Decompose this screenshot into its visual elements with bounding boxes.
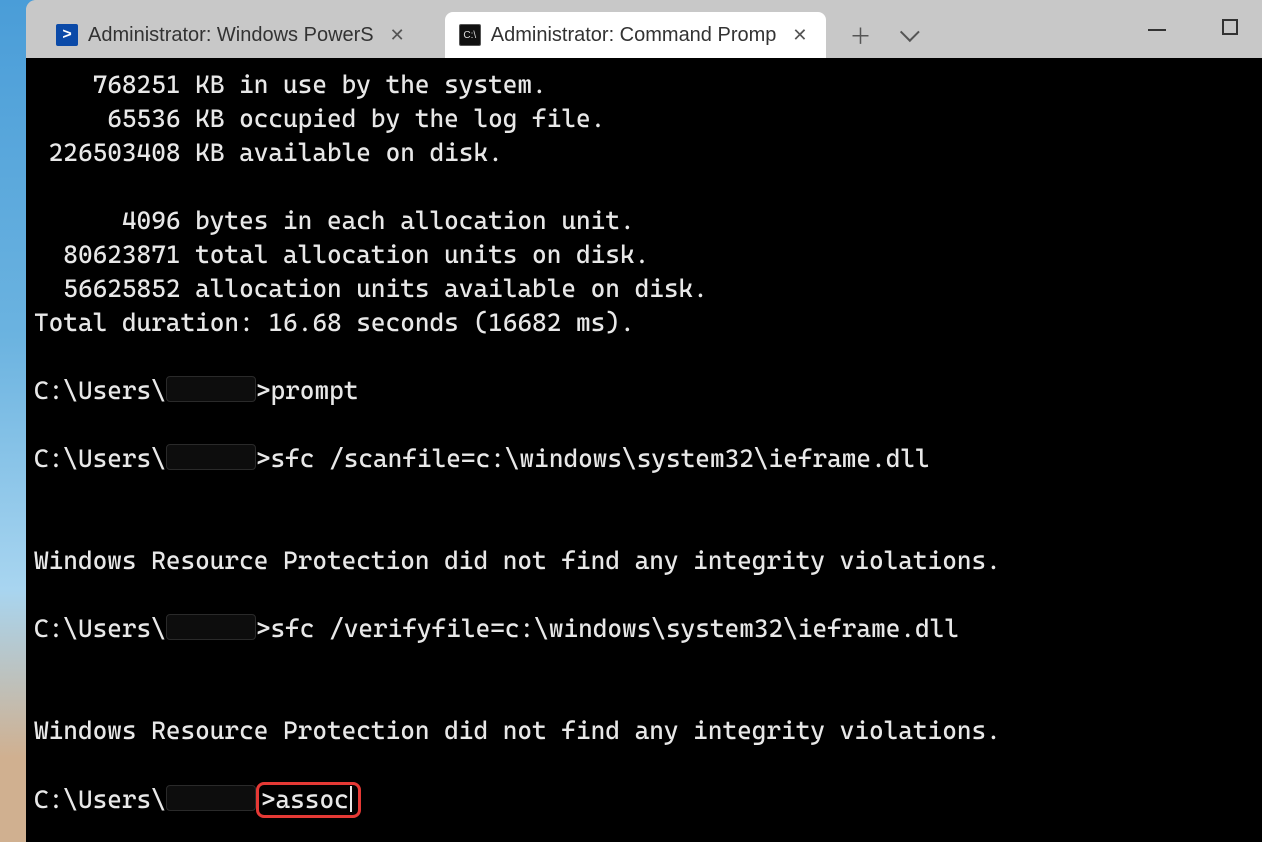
output-line: 768251 KB in use by the system. [34,70,547,99]
output-line: 4096 bytes in each allocation unit. [34,206,635,235]
command-text: >sfc /verifyfile=c:\windows\system32\ief… [256,614,959,643]
chevron-down-icon [899,22,919,42]
output-line: 226503408 KB available on disk. [34,138,503,167]
output-line: Windows Resource Protection did not find… [34,546,1001,575]
command-text: >prompt [256,376,359,405]
output-line: Windows Resource Protection did not find… [34,716,1001,745]
prompt-path: C:\Users\ [34,614,166,643]
tab-cmd[interactable]: C:\ Administrator: Command Promp ✕ [445,12,826,58]
tab-title: Administrator: Command Promp [491,24,777,47]
powershell-icon: > [56,24,78,46]
prompt-path: C:\Users\ [34,376,166,405]
cmd-icon: C:\ [459,24,481,46]
tab-dropdown-button[interactable] [900,22,914,48]
close-tab-icon[interactable]: ✕ [384,25,411,46]
prompt-path: C:\Users\ [34,785,166,814]
redacted-username [166,376,256,402]
output-line: 56625852 allocation units available on d… [34,274,708,303]
tab-powershell[interactable]: > Administrator: Windows PowerS ✕ [42,12,423,58]
output-line: 65536 KB occupied by the log file. [34,104,605,133]
terminal-output[interactable]: 768251 KB in use by the system. 65536 KB… [26,58,1262,842]
maximize-button[interactable] [1222,19,1238,40]
redacted-username [166,444,256,470]
output-line: Total duration: 16.68 seconds (16682 ms)… [34,308,635,337]
tab-title: Administrator: Windows PowerS [88,24,374,47]
window-controls [1148,0,1262,58]
close-tab-icon[interactable]: ✕ [786,25,813,46]
command-text: assoc [276,785,349,814]
command-text: >sfc /scanfile=c:\windows\system32\iefra… [256,444,930,473]
highlighted-command: >assoc [256,782,361,818]
redacted-username [166,785,256,811]
tab-strip: > Administrator: Windows PowerS ✕ C:\ Ad… [42,12,826,58]
new-tab-button[interactable]: ＋ [850,19,872,51]
terminal-window: > Administrator: Windows PowerS ✕ C:\ Ad… [26,0,1262,842]
minimize-button[interactable] [1148,19,1166,40]
titlebar: > Administrator: Windows PowerS ✕ C:\ Ad… [26,0,1262,58]
prompt-path: C:\Users\ [34,444,166,473]
output-line: 80623871 total allocation units on disk. [34,240,649,269]
redacted-username [166,614,256,640]
text-cursor [350,786,352,812]
tab-actions: ＋ [850,12,914,58]
